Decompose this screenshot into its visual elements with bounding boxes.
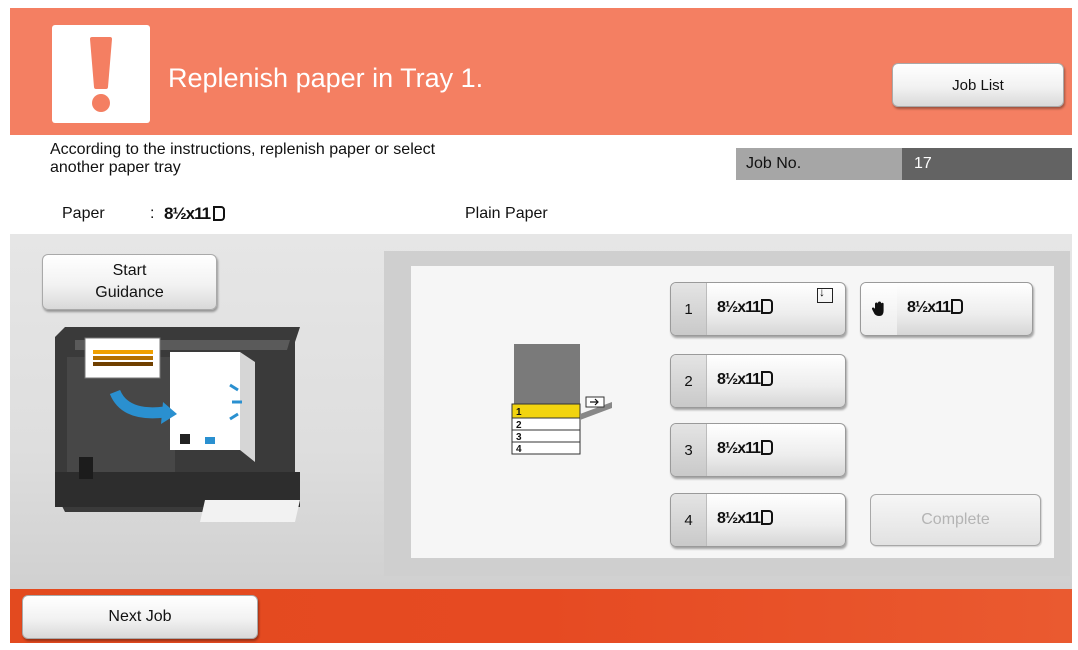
paper-label: Paper bbox=[62, 205, 105, 222]
diagram-tray-2-label: 2 bbox=[516, 420, 522, 431]
tray-2-number: 2 bbox=[671, 355, 707, 407]
alert-title: Replenish paper in Tray 1. bbox=[168, 63, 484, 93]
tray-3-size-text: 8½x11 bbox=[717, 440, 761, 457]
paper-load-icon bbox=[817, 285, 833, 303]
job-number-value: 17 bbox=[902, 148, 1072, 180]
instruction-text: According to the instructions, replenish… bbox=[50, 141, 436, 176]
tray-4-size-text: 8½x11 bbox=[717, 510, 761, 527]
portrait-orientation-icon bbox=[951, 299, 964, 314]
tray-3-button[interactable]: 3 8½x11 bbox=[670, 423, 846, 477]
tray-1-number: 1 bbox=[671, 283, 707, 335]
start-guidance-label-line2: Guidance bbox=[95, 284, 164, 301]
tray-replenish-illustration bbox=[55, 322, 310, 527]
start-guidance-button[interactable]: Start Guidance bbox=[42, 254, 217, 310]
portrait-orientation-icon bbox=[761, 299, 774, 314]
tray-3-size: 8½x11 bbox=[717, 440, 774, 458]
hand-icon bbox=[861, 283, 897, 335]
paper-colon: : bbox=[150, 205, 155, 222]
tray-4-button[interactable]: 4 8½x11 bbox=[670, 493, 846, 547]
job-number-label: Job No. bbox=[736, 148, 902, 180]
paper-type: Plain Paper bbox=[465, 205, 548, 222]
portrait-orientation-icon bbox=[761, 440, 774, 455]
screen-frame: Replenish paper in Tray 1. Job List Acco… bbox=[10, 8, 1072, 643]
bypass-tray-button[interactable]: 8½x11 bbox=[860, 282, 1033, 336]
start-guidance-label-line1: Start bbox=[112, 262, 147, 279]
job-list-button[interactable]: Job List bbox=[892, 63, 1064, 107]
complete-button[interactable]: Complete bbox=[870, 494, 1041, 546]
diagram-tray-4-label: 4 bbox=[516, 444, 522, 455]
paper-size: 8½x11 bbox=[164, 204, 226, 224]
tray-4-number: 4 bbox=[671, 494, 707, 546]
tray-2-button[interactable]: 2 8½x11 bbox=[670, 354, 846, 408]
portrait-orientation-icon bbox=[761, 371, 774, 386]
tray-2-size-text: 8½x11 bbox=[717, 371, 761, 388]
tray-3-number: 3 bbox=[671, 424, 707, 476]
tray-1-size: 8½x11 bbox=[717, 299, 774, 317]
exclamation-icon bbox=[52, 25, 150, 123]
tray-2-size: 8½x11 bbox=[717, 371, 774, 389]
portrait-orientation-icon bbox=[761, 510, 774, 525]
diagram-tray-1-label: 1 bbox=[516, 407, 522, 418]
next-job-button[interactable]: Next Job bbox=[22, 595, 258, 639]
tray-1-button[interactable]: 1 8½x11 bbox=[670, 282, 846, 336]
tray-4-size: 8½x11 bbox=[717, 510, 774, 528]
bypass-size: 8½x11 bbox=[907, 299, 964, 317]
diagram-tray-3-label: 3 bbox=[516, 432, 522, 443]
portrait-orientation-icon bbox=[213, 206, 226, 221]
tray-1-size-text: 8½x11 bbox=[717, 299, 761, 316]
paper-size-text: 8½x11 bbox=[164, 204, 211, 223]
bypass-size-text: 8½x11 bbox=[907, 299, 951, 316]
machine-diagram: 1 2 3 4 bbox=[502, 344, 617, 479]
